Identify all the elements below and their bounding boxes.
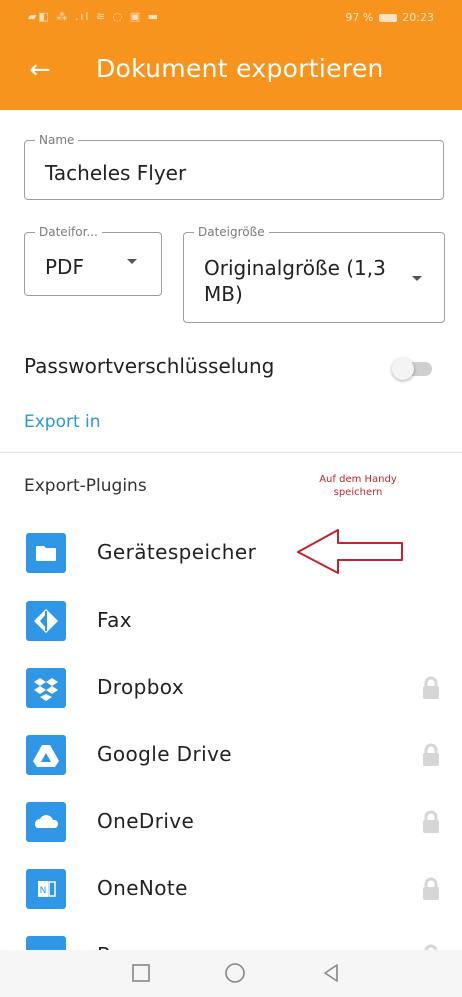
file-format-value: PDF <box>45 255 84 279</box>
plugin-label: Gerätespeicher <box>97 540 257 564</box>
plugin-label: OneNote <box>97 876 188 900</box>
dropbox-icon <box>26 668 66 708</box>
file-format-label: Dateifor... <box>35 224 102 240</box>
plugin-label: OneDrive <box>97 809 195 833</box>
status-right: 97 % 20:23 <box>345 11 434 24</box>
section-divider <box>0 452 462 453</box>
file-size-value: Originalgröße (1,3 MB) <box>204 256 386 306</box>
system-nav-bar <box>0 950 462 997</box>
plugin-item-fax[interactable]: Fax <box>0 587 462 653</box>
plugin-item-google-drive[interactable]: Google Drive <box>0 721 462 787</box>
battery-level: 97 % <box>345 11 374 24</box>
status-icons: ▰◧ ⁂ .ıl ≋ ◌ ▣ ▬ <box>28 10 161 23</box>
google-drive-icon <box>26 735 66 775</box>
name-field[interactable]: Name Tacheles Flyer <box>24 132 444 200</box>
plugin-item-onedrive[interactable]: OneDrive <box>0 788 462 854</box>
onenote-icon: N <box>26 869 66 909</box>
plugin-item-dropbox[interactable]: Dropbox <box>0 654 462 720</box>
password-encryption-label: Passwortverschlüsselung <box>24 354 275 378</box>
battery-icon <box>378 14 397 22</box>
status-bar: ▰◧ ⁂ .ıl ≋ ◌ ▣ ▬ 97 % 20:23 <box>0 0 462 34</box>
fax-icon <box>26 601 66 641</box>
chevron-down-icon <box>412 276 422 281</box>
name-field-value[interactable]: Tacheles Flyer <box>45 161 186 185</box>
back-triangle-icon[interactable] <box>318 960 344 986</box>
lock-icon <box>420 675 442 701</box>
lock-icon <box>420 809 442 835</box>
onedrive-icon <box>26 802 66 842</box>
file-format-select[interactable]: Dateifor... PDF <box>24 224 162 296</box>
export-in-link[interactable]: Export in <box>24 412 101 432</box>
folder-icon <box>26 533 66 573</box>
export-plugins-header: Export-Plugins <box>24 476 147 496</box>
file-size-select[interactable]: Dateigröße Originalgröße (1,3 MB) <box>183 224 445 323</box>
clock: 20:23 <box>402 11 434 24</box>
chevron-down-icon <box>127 259 137 264</box>
arrow-left-icon[interactable]: ← <box>24 54 56 86</box>
lock-icon <box>420 742 442 768</box>
lock-icon <box>420 876 442 902</box>
plugin-item-onenote[interactable]: N OneNote <box>0 855 462 921</box>
name-field-label: Name <box>35 132 79 148</box>
toggle-thumb <box>392 358 414 380</box>
home-circle-icon[interactable] <box>222 960 248 986</box>
page-title: Dokument exportieren <box>96 54 384 83</box>
plugin-label: Google Drive <box>97 742 233 766</box>
app-bar: ← Dokument exportieren <box>0 34 462 110</box>
svg-text:N: N <box>40 886 47 896</box>
annotation-arrow <box>297 529 403 574</box>
recents-square-icon[interactable] <box>128 960 154 986</box>
password-encryption-toggle[interactable] <box>392 358 436 380</box>
plugin-label: Fax <box>97 608 132 632</box>
file-size-label: Dateigröße <box>194 224 269 240</box>
handwritten-annotation: Auf dem Handy speichern <box>319 474 397 498</box>
plugin-label: Dropbox <box>97 675 185 699</box>
